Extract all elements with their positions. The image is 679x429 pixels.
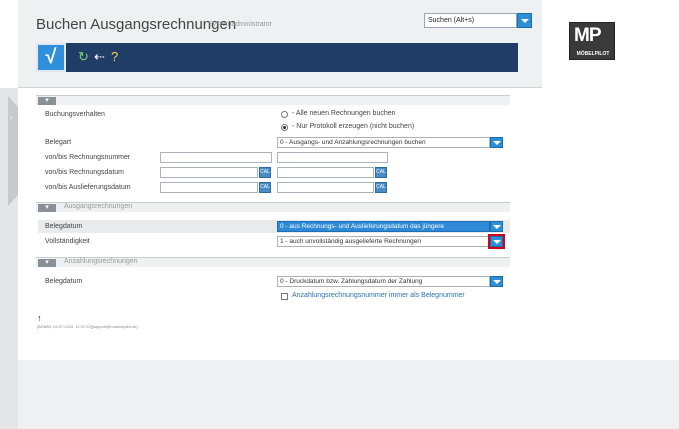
vollstaendigkeit-dropdown-button[interactable] xyxy=(488,234,505,249)
logo-mark: MP xyxy=(574,25,601,46)
rechnungsnummer-from-input[interactable] xyxy=(160,152,272,163)
refresh-icon[interactable]: ↻ xyxy=(78,49,89,65)
belegdatum-label: Belegdatum xyxy=(45,223,83,230)
section-title-anzahlungsrechnungen: Anzahlungsrechnungen xyxy=(64,258,138,265)
belegart-label: Belegart xyxy=(45,139,72,146)
buchungsverhalten-label: Buchungsverhalten xyxy=(45,111,105,118)
radio-nur-protokoll[interactable] xyxy=(281,124,288,131)
search-input[interactable]: Suchen (Alt+s) xyxy=(424,13,517,28)
logo: MP MÖBELPILOT xyxy=(569,22,615,60)
search-dropdown-button[interactable] xyxy=(517,13,532,28)
belegdatum-dropdown-button[interactable] xyxy=(490,221,503,232)
anz-nummer-label[interactable]: Anzahlungsrechnungsnummer immer als Bele… xyxy=(292,292,465,299)
calendar-icon[interactable]: CAL xyxy=(259,182,271,193)
belegart-select[interactable]: 0 - Ausgangs- und Anzahlungsrechnungen b… xyxy=(277,137,490,148)
rechnungsdatum-from-input[interactable] xyxy=(160,167,258,178)
confirm-button[interactable]: √ xyxy=(36,43,66,72)
vollstaendigkeit-label: Vollständigkeit xyxy=(45,238,90,245)
rechnungsdatum-label: von/bis Rechnungsdatum xyxy=(45,169,124,176)
page-title: Buchen Ausgangsrechnungen xyxy=(36,16,237,33)
anz-belegdatum-dropdown-button[interactable] xyxy=(490,276,503,287)
auslieferungsdatum-from-input[interactable] xyxy=(160,182,258,193)
rechnungsnummer-label: von/bis Rechnungsnummer xyxy=(45,154,131,161)
section-toggle-anzahlungsrechnungen[interactable]: ▾ xyxy=(38,259,56,267)
belegdatum-select[interactable]: 0 - aus Rechnungs- und Auslieferungsdatu… xyxy=(277,221,490,232)
toolbar: √ ↻ ⇠ ? xyxy=(36,43,518,72)
radio-alle-buchen[interactable] xyxy=(281,111,288,118)
anz-nummer-checkbox[interactable] xyxy=(281,293,288,300)
back-icon[interactable]: ⇠ xyxy=(94,49,105,65)
rechnungsnummer-to-input[interactable] xyxy=(277,152,388,163)
radio-nur-protokoll-label: - Nur Protokoll erzeugen (nicht buchen) xyxy=(292,123,415,130)
anz-belegdatum-select[interactable]: 0 - Druckdatum bzw. Zahlungsdatum der Za… xyxy=(277,276,490,287)
section-header-main: ▾ xyxy=(36,95,510,105)
section-toggle-main[interactable]: ▾ xyxy=(38,97,56,105)
calendar-icon[interactable]: CAL xyxy=(375,182,387,193)
section-title-ausgangsrechnungen: Ausgangsrechnungen xyxy=(64,203,133,210)
chevron-right-icon: › xyxy=(10,113,13,122)
section-header-anzahlungsrechnungen: ▾ Anzahlungsrechnungen xyxy=(36,257,510,267)
header: Buchen Ausgangsrechnungen Systemadminist… xyxy=(0,0,679,88)
radio-alle-buchen-label: - Alle neuen Rechnungen buchen xyxy=(292,110,396,117)
section-toggle-ausgangsrechnungen[interactable]: ▾ xyxy=(38,204,56,212)
calendar-icon[interactable]: CAL xyxy=(259,167,271,178)
rechnungsdatum-to-input[interactable] xyxy=(277,167,374,178)
bottom-band xyxy=(18,360,679,429)
logo-text: MÖBELPILOT xyxy=(576,51,610,57)
vollstaendigkeit-select[interactable]: 1 - auch unvollständig ausgelieferte Rec… xyxy=(277,236,490,247)
auslieferungsdatum-label: von/bis Auslieferungsdatum xyxy=(45,184,131,191)
anz-belegdatum-label: Belegdatum xyxy=(45,278,83,285)
auslieferungsdatum-to-input[interactable] xyxy=(277,182,374,193)
user-role: Systemadministrator xyxy=(208,21,272,28)
footer-info: [ADMIN, 04.07.2016, 11:37:22][support@mo… xyxy=(37,324,138,329)
scroll-top-icon[interactable]: ↑ xyxy=(37,313,42,323)
calendar-icon[interactable]: CAL xyxy=(375,167,387,178)
section-header-ausgangsrechnungen: ▾ Ausgangsrechnungen xyxy=(36,202,510,212)
help-icon[interactable]: ? xyxy=(111,49,118,64)
belegart-dropdown-button[interactable] xyxy=(490,137,503,148)
